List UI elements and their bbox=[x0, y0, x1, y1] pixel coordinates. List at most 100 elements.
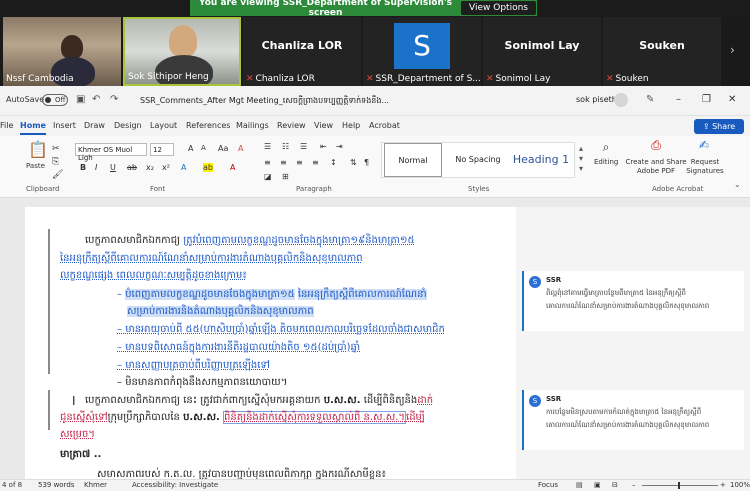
tab-review[interactable]: Review bbox=[277, 121, 306, 130]
editing-button[interactable]: Editing bbox=[594, 158, 618, 166]
bullets-icon[interactable]: ☰ bbox=[264, 142, 271, 151]
subscript-button[interactable]: x₂ bbox=[146, 163, 154, 172]
restore-icon[interactable]: ❐ bbox=[702, 94, 711, 105]
view-options-button[interactable]: View Options bbox=[461, 1, 536, 15]
read-mode-icon[interactable]: ▤ bbox=[576, 481, 583, 489]
close-icon[interactable]: ✕ bbox=[728, 94, 736, 105]
undo-icon[interactable]: ↶ bbox=[92, 94, 100, 105]
page-count[interactable]: 4 of 8 bbox=[2, 481, 22, 489]
web-layout-icon[interactable]: ⊟ bbox=[612, 481, 618, 489]
clear-formatting-icon[interactable]: A bbox=[238, 144, 243, 153]
borders-icon[interactable]: ⊞ bbox=[282, 172, 289, 181]
text-effects-icon[interactable]: A bbox=[181, 163, 186, 172]
save-icon[interactable]: ▣ bbox=[76, 94, 85, 105]
comment-card[interactable]: S SSR ការបន្ថែមមិនស្របតាមការកំណត់ក្នុងមា… bbox=[522, 390, 744, 450]
shading-icon[interactable]: ◪ bbox=[264, 172, 272, 181]
share-icon: ⇪ bbox=[702, 122, 713, 131]
autosave-toggle[interactable]: Off bbox=[42, 94, 68, 106]
zoom-in-icon[interactable]: + bbox=[720, 481, 726, 489]
participant-tile[interactable]: Sonimol Lay ✕ Sonimol Lay bbox=[483, 17, 601, 86]
style-normal[interactable]: Normal bbox=[384, 143, 442, 177]
banner-text: You are viewing SSR_Department of Superv… bbox=[199, 0, 452, 18]
decrease-indent-icon[interactable]: ⇤ bbox=[320, 142, 327, 151]
align-center-icon[interactable]: ≡ bbox=[280, 158, 287, 167]
print-layout-icon[interactable]: ▣ bbox=[594, 481, 601, 489]
participant-name: Sok Sithipor Heng bbox=[128, 72, 209, 82]
tab-view[interactable]: View bbox=[314, 121, 333, 130]
participant-tile-active[interactable]: Sok Sithipor Heng bbox=[123, 17, 241, 86]
chevron-right-icon[interactable]: › bbox=[730, 43, 735, 57]
word-count[interactable]: 539 words bbox=[38, 481, 74, 489]
show-marks-icon[interactable]: ¶ bbox=[364, 158, 369, 167]
tab-help[interactable]: Help bbox=[342, 121, 360, 130]
superscript-button[interactable]: x² bbox=[162, 163, 170, 172]
redo-icon[interactable]: ↷ bbox=[110, 94, 118, 105]
participant-tile[interactable]: Souken ✕ Souken bbox=[603, 17, 721, 86]
align-right-icon[interactable]: ≡ bbox=[296, 158, 303, 167]
format-painter-icon[interactable]: 🖌 bbox=[52, 170, 63, 180]
participant-avatar: S bbox=[394, 23, 450, 69]
tab-acrobat[interactable]: Acrobat bbox=[369, 121, 400, 130]
accessibility-status[interactable]: Accessibility: Investigate bbox=[132, 481, 218, 489]
user-name[interactable]: sok piseth bbox=[576, 95, 617, 104]
language[interactable]: Khmer bbox=[84, 481, 107, 489]
shrink-font-icon[interactable]: A bbox=[201, 144, 206, 152]
participant-tile[interactable]: Nssf Cambodia bbox=[3, 17, 121, 86]
avatar[interactable] bbox=[614, 93, 628, 107]
signature-icon[interactable]: ✍ bbox=[696, 138, 712, 152]
share-button[interactable]: ⇪ Share bbox=[694, 119, 744, 134]
tab-layout[interactable]: Layout bbox=[150, 121, 177, 130]
styles-scroll-icon[interactable]: ▴ ▾ ▾ bbox=[579, 144, 583, 174]
paste-button[interactable]: Paste bbox=[26, 162, 45, 170]
tab-design[interactable]: Design bbox=[114, 121, 142, 130]
numbering-icon[interactable]: ☷ bbox=[282, 142, 289, 151]
style-no-spacing[interactable]: No Spacing bbox=[448, 143, 508, 177]
collapse-ribbon-icon[interactable]: ⌄ bbox=[734, 180, 741, 189]
zoom-out-icon[interactable]: – bbox=[632, 481, 636, 489]
font-color-icon[interactable]: A bbox=[230, 163, 235, 172]
align-left-icon[interactable]: ≡ bbox=[264, 158, 271, 167]
tab-file[interactable]: File bbox=[0, 121, 13, 130]
tab-home[interactable]: Home bbox=[20, 121, 46, 135]
zoom-level[interactable]: 100% bbox=[730, 481, 750, 489]
cut-icon[interactable]: ✂ bbox=[52, 144, 60, 154]
doc-text: ក្រុមប្រឹក្សាភិបាលនៃ bbox=[107, 412, 180, 423]
tab-draw[interactable]: Draw bbox=[84, 121, 105, 130]
italic-button[interactable]: I bbox=[95, 163, 97, 172]
highlight-icon[interactable]: ab bbox=[203, 163, 213, 172]
increase-indent-icon[interactable]: ⇥ bbox=[336, 142, 343, 151]
font-name-select[interactable]: Khmer OS Muol Ligh bbox=[75, 143, 147, 162]
tab-mailings[interactable]: Mailings bbox=[236, 121, 269, 130]
search-icon[interactable]: ⌕ bbox=[596, 140, 616, 155]
change-case-icon[interactable]: Aa bbox=[218, 144, 228, 153]
justify-icon[interactable]: ≡ bbox=[312, 158, 319, 167]
strikethrough-button[interactable]: ab bbox=[127, 163, 137, 172]
bold-button[interactable]: B bbox=[80, 163, 86, 172]
list-item: – បំពេញតាមលក្ខខណ្ឌដូចមានចែងក្នុងមាត្រា១៥… bbox=[117, 287, 427, 302]
copy-icon[interactable]: ⎘ bbox=[52, 157, 59, 167]
zoom-slider[interactable] bbox=[642, 485, 718, 486]
sort-icon[interactable]: ⇅ bbox=[350, 158, 357, 167]
style-heading-1[interactable]: Heading 1 bbox=[510, 143, 572, 177]
zoom-slider-thumb[interactable] bbox=[678, 482, 680, 489]
participant-tile[interactable]: S ✕ SSR_Department of S... bbox=[363, 17, 481, 86]
participant-name: Chanliza LOR bbox=[255, 74, 315, 84]
create-share-pdf-button[interactable]: Create and Share Adobe PDF bbox=[624, 158, 688, 176]
document-page[interactable]: បេក្ខភាពសមាជិកឯកកាជ្យ ត្រូវបំពេញតាមលក្ខខ… bbox=[25, 207, 516, 480]
tab-references[interactable]: References bbox=[186, 121, 230, 130]
comment-card[interactable]: S SSR ពិល្អពុំនៅតាមធ្វើមាត្រាបន្ថែមពីមាត… bbox=[522, 271, 744, 331]
minimize-icon[interactable]: – bbox=[676, 94, 681, 105]
line-spacing-icon[interactable]: ↕ bbox=[330, 158, 337, 167]
underline-button[interactable]: U bbox=[110, 163, 116, 172]
participant-tile[interactable]: Chanliza LOR ✕ Chanliza LOR bbox=[243, 17, 361, 86]
pen-icon[interactable]: ✎ bbox=[646, 94, 654, 105]
request-signatures-button[interactable]: Request Signatures bbox=[684, 158, 726, 176]
focus-button[interactable]: Focus bbox=[538, 481, 558, 489]
paste-icon[interactable]: 📋 bbox=[28, 140, 48, 159]
grow-font-icon[interactable]: A bbox=[188, 144, 193, 153]
pdf-icon[interactable]: ⎙ bbox=[648, 138, 664, 153]
font-size-select[interactable]: 12 bbox=[150, 143, 174, 156]
multilevel-list-icon[interactable]: ☰ bbox=[300, 142, 307, 151]
tracked-change-red: ដើម្បី bbox=[406, 412, 425, 423]
tab-insert[interactable]: Insert bbox=[53, 121, 76, 130]
